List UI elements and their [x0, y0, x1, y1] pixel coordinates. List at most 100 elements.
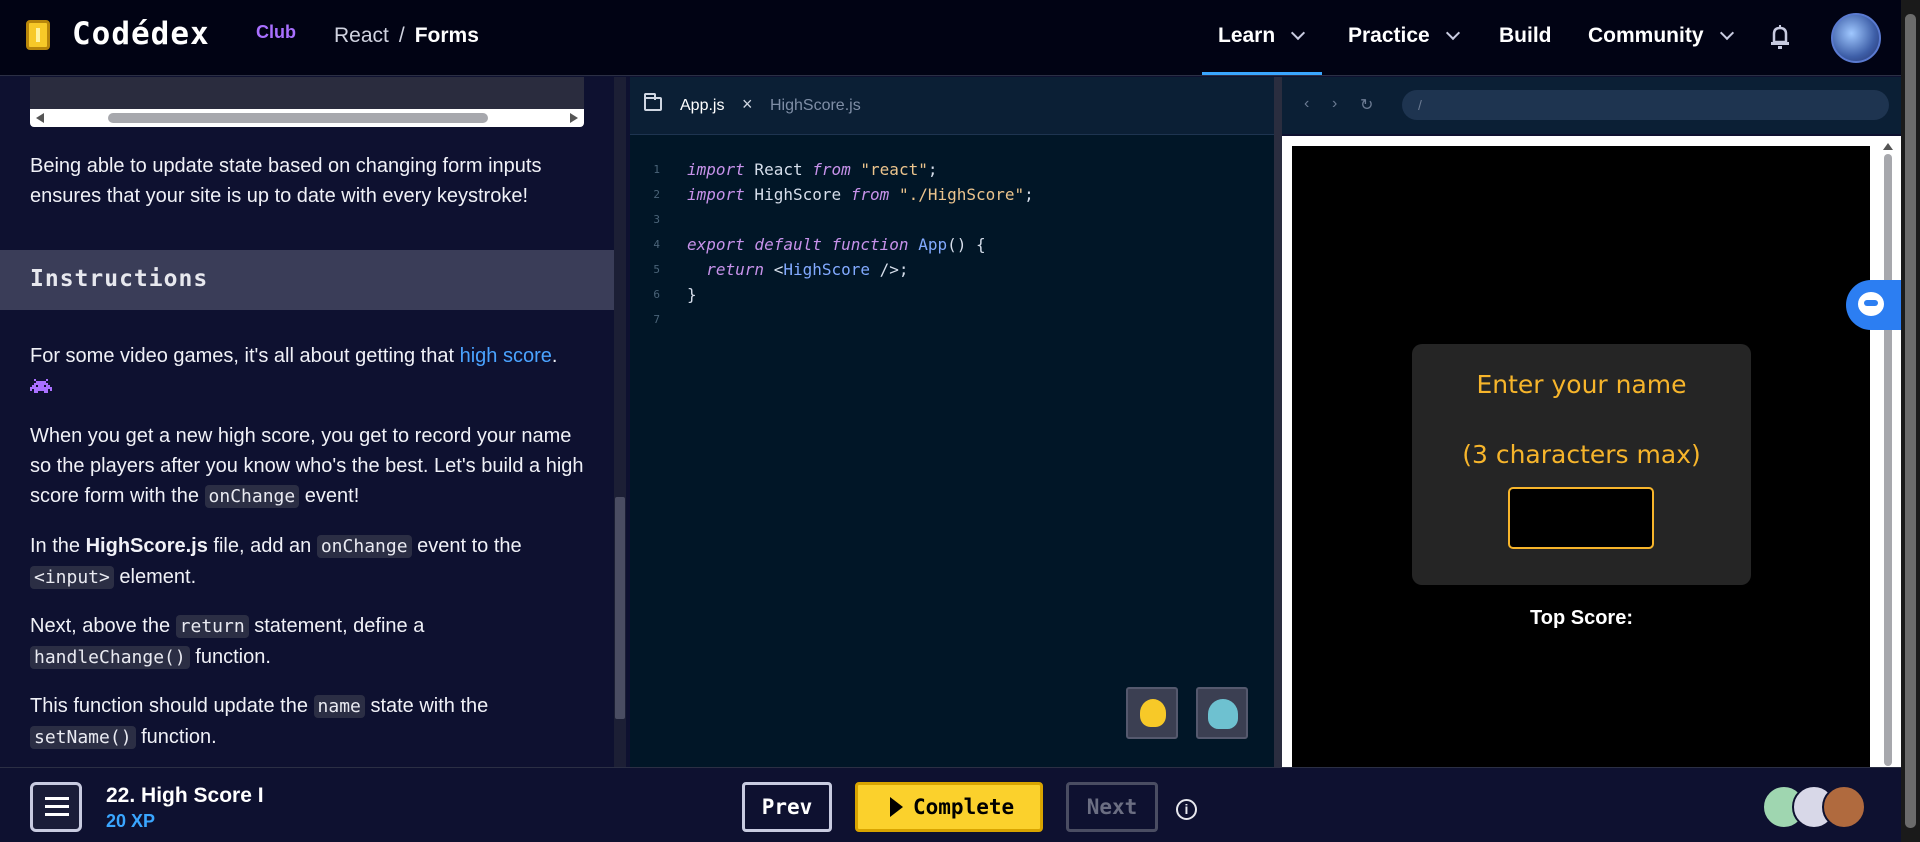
line-number: 7 [653, 313, 660, 326]
breadcrumb-separator: / [398, 24, 405, 47]
line-number: 5 [653, 263, 660, 276]
code-editor[interactable]: App.js × HighScore.js 1 import React from… [630, 77, 1274, 767]
instructions-title: Instructions [30, 266, 209, 292]
nav-practice[interactable]: Practice [1348, 24, 1460, 48]
code-text: } [687, 285, 697, 304]
menu-line [45, 805, 69, 808]
nav-build[interactable]: Build [1499, 24, 1552, 48]
scrollbar-thumb[interactable] [615, 497, 625, 719]
nav-learn-label: Learn [1218, 24, 1276, 47]
menu-line [45, 797, 69, 800]
text: file, add an [207, 535, 317, 557]
line-number: 4 [653, 238, 660, 251]
scrollbar-thumb[interactable] [1905, 14, 1916, 828]
text: event to the [411, 535, 522, 557]
panel-divider[interactable] [1274, 77, 1282, 767]
info-icon[interactable]: i [1176, 799, 1197, 820]
line-number: 2 [653, 188, 660, 201]
card-title: Enter your name [1476, 370, 1687, 399]
scroll-up-arrow-icon[interactable] [1883, 143, 1893, 150]
complete-button[interactable]: Complete [855, 782, 1043, 832]
instruction-paragraph-5: This function should update the name sta… [30, 691, 590, 753]
prev-button[interactable]: Prev [742, 782, 832, 832]
intro-paragraph: Being able to update state based on chan… [30, 155, 542, 207]
instruction-paragraph-1: For some video games, it's all about get… [30, 341, 590, 401]
nav-community[interactable]: Community [1588, 24, 1734, 48]
close-tab-icon[interactable]: × [742, 94, 753, 115]
text: function. [135, 726, 217, 748]
text: This function should update the [30, 695, 314, 717]
avatar[interactable] [1822, 785, 1866, 829]
user-avatar[interactable] [1831, 13, 1881, 63]
breadcrumb-course[interactable]: React [334, 24, 389, 47]
footer-bar: 22. High Score I 20 XP Prev Complete Nex… [0, 767, 1901, 842]
nav-learn[interactable]: Learn [1218, 24, 1306, 48]
top-nav: Codédex Club React / Forms Learn Practice … [0, 0, 1901, 76]
top-score-label: Top Score: [1530, 607, 1633, 629]
name-input[interactable] [1508, 487, 1654, 549]
scroll-left-arrow-icon[interactable] [36, 113, 44, 123]
chevron-down-icon [1445, 25, 1460, 41]
play-icon [890, 797, 903, 817]
preview-scrollbar[interactable] [1880, 140, 1896, 767]
back-icon[interactable]: ‹ [1304, 95, 1309, 113]
scrollbar-thumb[interactable] [1884, 154, 1892, 766]
inline-code: <input> [30, 566, 114, 589]
instruction-paragraph-4: Next, above the return statement, define… [30, 611, 590, 673]
lesson-xp: 20 XP [106, 811, 156, 831]
text: Next, above the [30, 615, 176, 637]
text: event! [299, 485, 360, 507]
chevron-down-icon [1719, 25, 1734, 41]
text: state with the [364, 695, 489, 717]
inline-code: name [313, 695, 365, 718]
editor-tabs: App.js × HighScore.js [630, 77, 1274, 135]
inline-code: setName() [30, 726, 136, 749]
line-number: 6 [653, 288, 660, 301]
page-scrollbar[interactable] [1901, 0, 1920, 842]
chevron-down-icon [1291, 25, 1306, 41]
scroll-right-arrow-icon[interactable] [570, 113, 578, 123]
line-number: 3 [653, 213, 660, 226]
code-line: 1 import React from "react"; [630, 157, 1274, 182]
pet-companion-icon[interactable] [1196, 687, 1248, 739]
code-line: 4 export default function App() { [630, 232, 1274, 257]
inline-code: onChange [316, 535, 412, 558]
file-name: HighScore.js [85, 535, 208, 557]
complete-label: Complete [913, 795, 1015, 819]
folder-icon[interactable] [644, 93, 662, 111]
coin-logo-icon[interactable] [26, 20, 50, 50]
instruction-paragraph-3: In the HighScore.js file, add an onChang… [30, 531, 590, 593]
logo-text[interactable]: Codédex [72, 16, 210, 52]
tab-highscore-js[interactable]: HighScore.js [770, 97, 861, 115]
nav-community-label: Community [1588, 24, 1704, 47]
preview-url-bar[interactable]: / [1402, 90, 1889, 120]
code-lines[interactable]: 1 import React from "react"; 2 import High… [630, 157, 1274, 332]
nav-learn-underline [1202, 72, 1322, 75]
lesson-panel: Being able to update state based on chan… [0, 77, 614, 767]
next-button[interactable]: Next [1066, 782, 1158, 832]
lesson-title: 22. High Score I [106, 784, 264, 807]
tab-app-js[interactable]: App.js [680, 97, 724, 115]
instructions-header: Instructions [0, 250, 614, 310]
text: For some video games, it's all about get… [30, 345, 460, 367]
lesson-menu-button[interactable] [30, 782, 82, 832]
name-entry-card: Enter your name (3 characters max) [1412, 344, 1751, 585]
nav-practice-label: Practice [1348, 24, 1430, 47]
lesson-scrollbar[interactable] [614, 77, 626, 767]
text: function. [189, 646, 271, 668]
notification-bell-icon[interactable] [1768, 24, 1792, 50]
forward-icon[interactable]: › [1332, 95, 1337, 113]
text: element. [113, 566, 197, 588]
code-text: export default function App() { [687, 235, 986, 254]
refresh-icon[interactable]: ↻ [1360, 95, 1373, 115]
menu-line [45, 813, 69, 816]
rubber-duck-icon[interactable] [1126, 687, 1178, 739]
horizontal-scrollbar[interactable] [30, 109, 584, 127]
scrollbar-thumb[interactable] [108, 113, 488, 123]
ai-assistant-bot-icon[interactable] [1846, 280, 1901, 330]
code-line: 2 import HighScore from "./HighScore"; [630, 182, 1274, 207]
code-line: 6} [630, 282, 1274, 307]
logo-club[interactable]: Club [256, 22, 296, 43]
high-score-link[interactable]: high score [460, 345, 552, 367]
inline-code: onChange [204, 485, 300, 508]
